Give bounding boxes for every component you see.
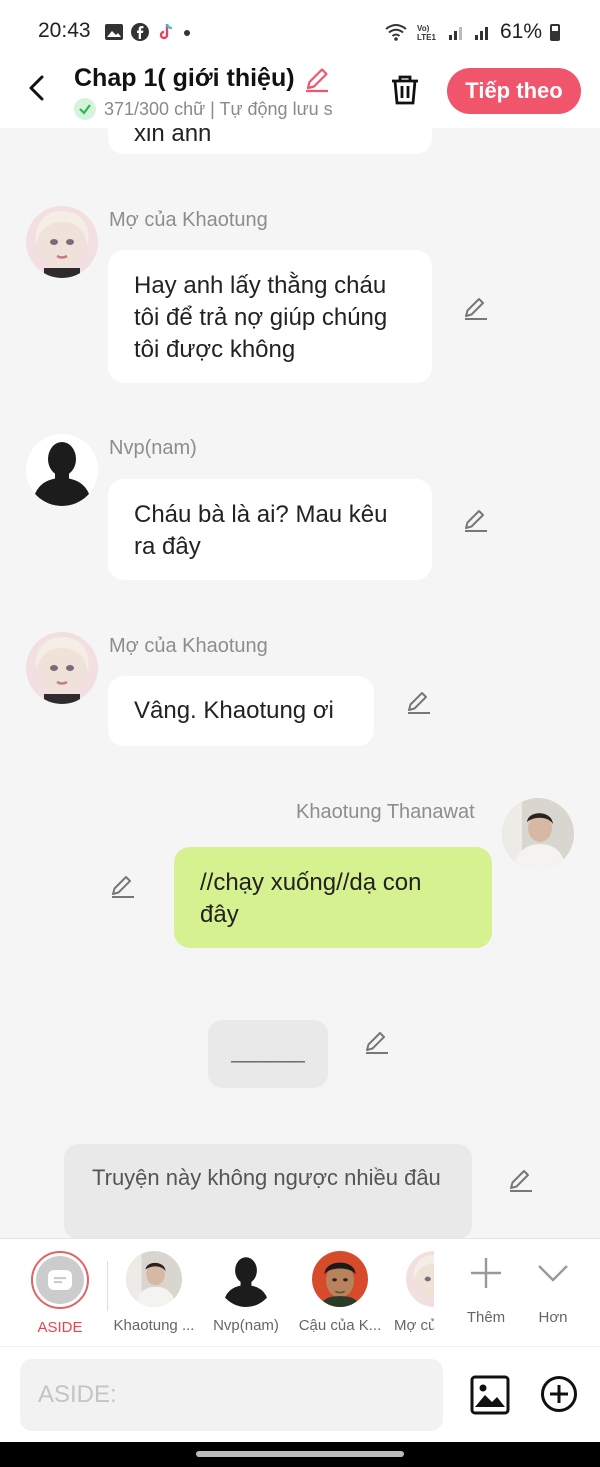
character-label: ASIDE <box>37 1319 83 1336</box>
aside-text: Truyện này không ngược nhiều đâu <box>92 1165 441 1190</box>
composer <box>0 1346 600 1442</box>
message-input[interactable] <box>20 1359 443 1431</box>
message-text: Hay anh lấy thằng cháu tôi để trả nợ giú… <box>134 272 388 363</box>
add-character-button[interactable]: Thêm <box>456 1255 516 1326</box>
avatar[interactable] <box>26 434 98 506</box>
chapter-title-row[interactable]: Chap 1( giới thiệu) <box>74 64 331 93</box>
aside-placeholder[interactable]: ______ <box>208 1020 328 1088</box>
sender-name: Mợ của Khaotung <box>109 209 268 231</box>
character-aside[interactable]: ASIDE <box>14 1251 106 1336</box>
avatar <box>406 1251 434 1307</box>
more-label: Hơn <box>538 1309 568 1326</box>
battery-percent: 61% <box>499 20 542 43</box>
edit-message-icon[interactable] <box>109 872 137 900</box>
signal-icon-2 <box>474 27 488 40</box>
aside-avatar <box>31 1251 89 1309</box>
edit-message-icon[interactable] <box>507 1166 535 1194</box>
svg-text:Vo): Vo) <box>417 24 430 33</box>
gallery-icon <box>105 24 123 40</box>
add-circle-icon[interactable] <box>540 1375 578 1413</box>
facebook-icon <box>131 23 149 41</box>
avatar[interactable] <box>26 206 98 278</box>
character-khaotung[interactable]: Khaotung ... <box>108 1251 200 1334</box>
character-label: Cậu của K... <box>298 1317 382 1334</box>
edit-message-icon[interactable] <box>363 1028 391 1056</box>
status-time: 20:43 <box>38 19 91 42</box>
avatar[interactable] <box>26 632 98 704</box>
chapter-title: Chap 1( giới thiệu) <box>74 64 295 92</box>
aside-narration[interactable]: Truyện này không ngược nhiều đâu <box>64 1144 472 1238</box>
image-icon[interactable] <box>470 1375 510 1415</box>
message-bubble[interactable]: Vâng. Khaotung ơi <box>108 676 374 746</box>
editor-header: Chap 1( giới thiệu) 371/300 chữ | Tự độn… <box>0 60 600 128</box>
avatar[interactable] <box>502 798 574 870</box>
message-bubble-partial[interactable]: xin anh <box>108 128 432 154</box>
message-bubble[interactable]: Hay anh lấy thằng cháu tôi để trả nợ giú… <box>108 250 432 383</box>
message-bubble[interactable]: Cháu bà là ai? Mau kêu ra đây <box>108 479 432 580</box>
word-count-text: 371/300 chữ | Tự động lưu s <box>104 98 333 119</box>
home-indicator[interactable] <box>196 1451 404 1457</box>
aside-placeholder-line: ______ <box>231 1038 305 1063</box>
sender-name: Mợ của Khaotung <box>109 635 268 657</box>
edit-message-icon[interactable] <box>462 506 490 534</box>
message-bubble-own[interactable]: //chạy xuống//dạ con đây <box>174 847 492 948</box>
tiktok-icon <box>159 23 173 40</box>
edit-message-icon[interactable] <box>462 294 490 322</box>
word-count-status: 371/300 chữ | Tự động lưu s <box>74 98 364 120</box>
battery-icon <box>550 23 560 41</box>
svg-text:LTE1: LTE1 <box>417 33 437 42</box>
dot-icon <box>184 30 190 36</box>
avatar <box>218 1251 274 1307</box>
signal-icon-1 <box>448 27 462 40</box>
trash-icon[interactable] <box>387 72 423 108</box>
sender-name: Khaotung Thanawat <box>296 801 475 823</box>
chat-area[interactable]: xin anh Mợ của Khaotung Hay anh lấy thằn… <box>0 128 600 1238</box>
edit-title-icon[interactable] <box>303 65 331 93</box>
avatar <box>312 1251 368 1307</box>
next-button[interactable]: Tiếp theo <box>447 68 581 114</box>
plus-icon <box>471 1258 501 1288</box>
message-text: Vâng. Khaotung ơi <box>134 697 334 724</box>
aside-icon <box>48 1270 72 1290</box>
chevron-down-icon <box>538 1265 568 1282</box>
character-label: Khaotung ... <box>113 1317 195 1334</box>
character-selector: ASIDE Khaotung ... Nvp(nam) Cậu của K...… <box>0 1238 600 1346</box>
back-arrow-icon[interactable] <box>22 72 54 104</box>
character-label: Mợ củ <box>394 1317 434 1334</box>
more-characters-button[interactable]: Hơn <box>523 1255 583 1326</box>
message-text: //chạy xuống//dạ con đây <box>200 869 422 928</box>
system-nav-bar <box>0 1442 600 1467</box>
check-icon <box>74 98 96 120</box>
system-icons: Vo) LTE1 61% <box>384 20 560 44</box>
character-uncle[interactable]: Cậu của K... <box>294 1251 386 1334</box>
edit-message-icon[interactable] <box>405 688 433 716</box>
add-label: Thêm <box>466 1309 506 1326</box>
wifi-icon <box>385 24 407 41</box>
character-label: Nvp(nam) <box>213 1317 279 1334</box>
sender-name: Nvp(nam) <box>109 437 197 459</box>
avatar <box>126 1251 182 1307</box>
notification-icons <box>104 22 192 42</box>
volte-icon: Vo)LTE1 <box>417 24 437 42</box>
partial-message-text: xin anh <box>134 128 212 147</box>
message-text: Cháu bà là ai? Mau kêu ra đây <box>134 501 388 560</box>
character-aunt[interactable]: Mợ củ <box>386 1251 434 1334</box>
character-nvp[interactable]: Nvp(nam) <box>200 1251 292 1334</box>
status-bar: 20:43 Vo) LTE1 61% <box>0 0 600 60</box>
